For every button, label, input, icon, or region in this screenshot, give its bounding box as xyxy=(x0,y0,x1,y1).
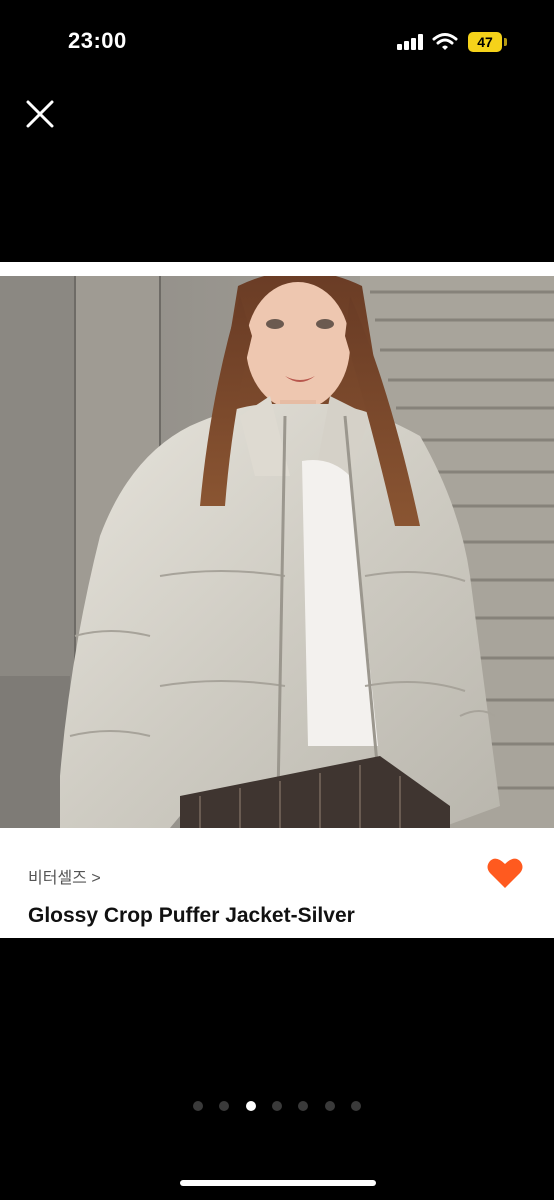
home-indicator xyxy=(180,1180,376,1186)
brand-link[interactable]: 비터셀즈 > xyxy=(28,864,101,888)
product-title: Glossy Crop Puffer Jacket-Silver xyxy=(28,904,355,927)
favorite-button[interactable] xyxy=(486,856,524,890)
status-bar: 23:00 47 xyxy=(0,0,554,84)
page-dot[interactable] xyxy=(351,1101,362,1111)
battery-level: 47 xyxy=(468,32,502,52)
close-button[interactable] xyxy=(22,96,58,132)
page-dot-active[interactable] xyxy=(245,1101,256,1111)
product-photo[interactable] xyxy=(0,276,554,828)
page-indicator xyxy=(0,1098,554,1112)
page-dot[interactable] xyxy=(192,1101,203,1111)
battery-icon: 47 xyxy=(468,32,508,52)
page-dot[interactable] xyxy=(219,1101,230,1111)
status-time: 23:00 xyxy=(68,28,127,53)
signal-icon xyxy=(397,34,425,50)
page-dot[interactable] xyxy=(272,1101,282,1111)
heart-icon xyxy=(487,858,523,888)
wifi-icon xyxy=(432,32,458,52)
page-dot[interactable] xyxy=(324,1101,335,1111)
page-dot[interactable] xyxy=(298,1101,309,1111)
close-icon xyxy=(26,100,54,128)
